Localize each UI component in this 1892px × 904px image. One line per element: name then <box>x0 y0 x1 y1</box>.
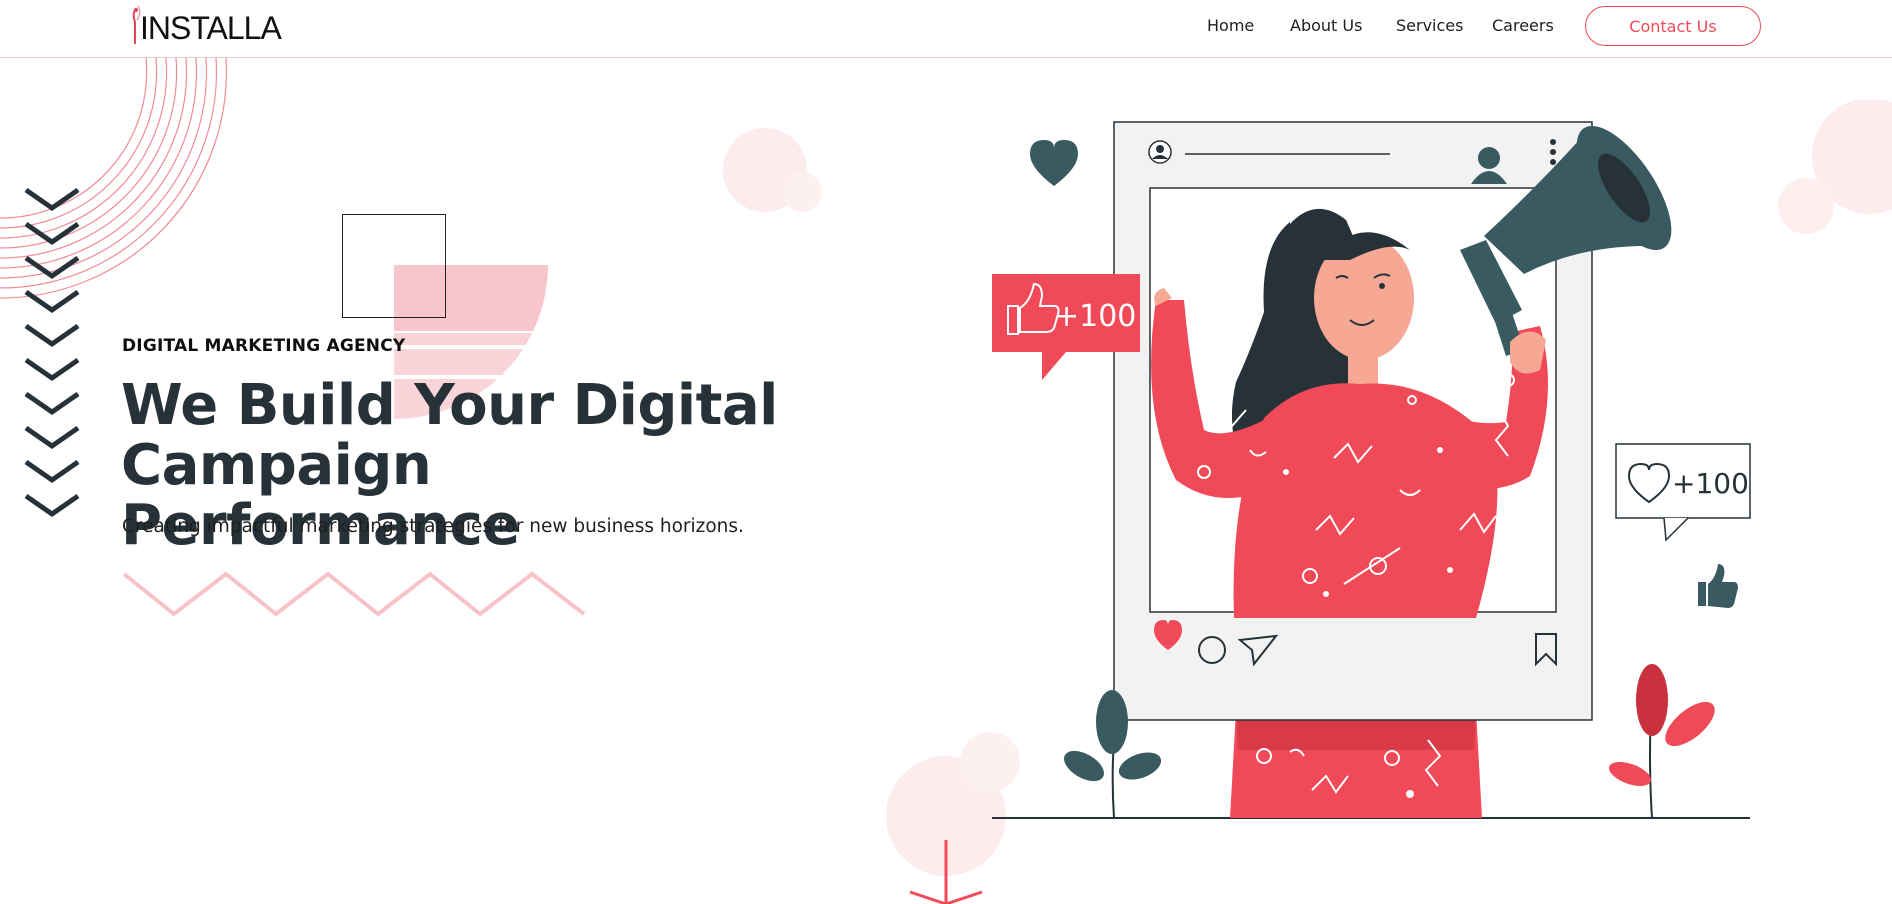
hero-eyebrow: DIGITAL MARKETING AGENCY <box>122 336 406 356</box>
scroll-down-arrow-icon[interactable] <box>906 838 986 904</box>
headline-line-2: Campaign Performance <box>121 433 520 558</box>
soft-circles-right-decoration <box>1778 100 1892 234</box>
nav-careers[interactable]: Careers <box>1492 16 1554 35</box>
social-media-illustration: +100 +100 <box>992 121 1751 819</box>
contact-us-button[interactable]: Contact Us <box>1585 6 1761 46</box>
outline-square-decoration <box>342 214 446 318</box>
nav-about-us[interactable]: About Us <box>1290 16 1362 35</box>
logo-text: INSTALLA <box>140 10 282 46</box>
headline-line-1: We Build Your Digital <box>121 373 778 438</box>
chevron-column-decoration <box>24 187 80 518</box>
soft-circles-decoration <box>723 128 822 212</box>
logo[interactable]: INSTALLA <box>130 2 282 52</box>
nav-home[interactable]: Home <box>1207 16 1254 35</box>
site-header: INSTALLA Home About Us Services Careers … <box>0 0 1892 58</box>
zigzag-decoration <box>122 571 586 617</box>
hero-subtitle: Creating impactful marketing strategies … <box>122 516 744 537</box>
heart-count-text: +100 <box>1672 467 1749 500</box>
nav-services[interactable]: Services <box>1396 16 1463 35</box>
like-count-text: +100 <box>1054 299 1136 334</box>
